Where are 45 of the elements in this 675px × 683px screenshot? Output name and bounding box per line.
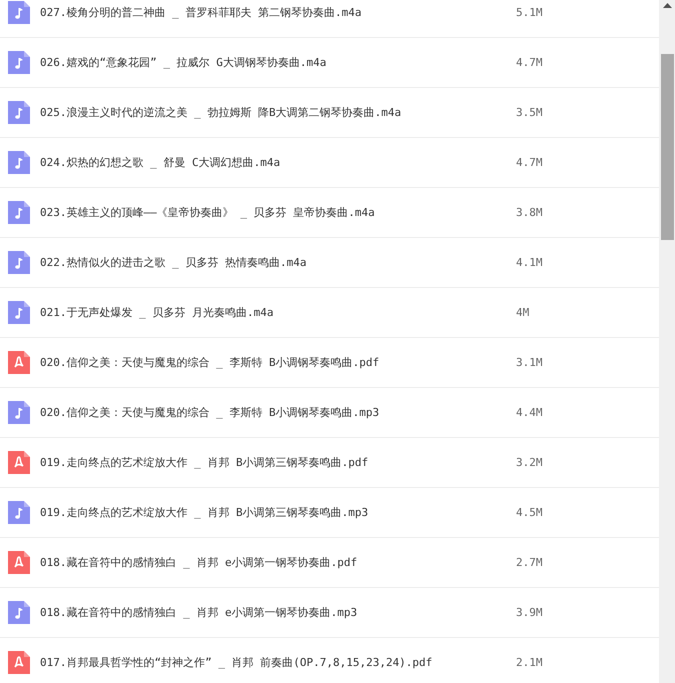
file-name[interactable]: 027.棱角分明的普二神曲 _ 普罗科菲耶夫 第二钢琴协奏曲.m4a [40,5,516,20]
file-size: 3.1M [516,356,542,369]
scrollbar-thumb[interactable] [660,54,674,240]
file-name[interactable]: 023.英雄主义的顶峰——《皇帝协奏曲》 _ 贝多芬 皇帝协奏曲.m4a [40,205,516,220]
file-size: 3.2M [516,456,542,469]
file-size: 4M [516,306,530,319]
file-size: 4.7M [516,56,542,69]
file-name[interactable]: 020.信仰之美：天使与魔鬼的综合 _ 李斯特 B小调钢琴奏鸣曲.pdf [40,355,516,370]
file-name[interactable]: 017.肖邦最具哲学性的“封神之作” _ 肖邦 前奏曲(OP.7,8,15,23,24).pdf [40,655,516,670]
music-file-icon [8,151,30,174]
music-file-icon [8,301,30,324]
file-name[interactable]: 018.藏在音符中的感情独白 _ 肖邦 e小调第一钢琴协奏曲.pdf [40,555,516,570]
file-name[interactable]: 019.走向终点的艺术绽放大作 _ 肖邦 B小调第三钢琴奏鸣曲.mp3 [40,505,516,520]
music-file-icon [8,201,30,224]
file-size: 4.5M [516,506,542,519]
music-file-icon [8,401,30,424]
file-size: 2.1M [516,656,542,669]
pdf-file-icon [8,351,30,374]
music-file-icon [8,501,30,524]
pdf-file-icon [8,651,30,674]
music-file-icon [8,251,30,274]
music-file-icon [8,601,30,624]
file-name[interactable]: 026.嬉戏的“意象花园” _ 拉威尔 G大调钢琴协奏曲.m4a [40,55,516,70]
file-name[interactable]: 024.炽热的幻想之歌 _ 舒曼 C大调幻想曲.m4a [40,155,516,170]
file-name[interactable]: 020.信仰之美：天使与魔鬼的综合 _ 李斯特 B小调钢琴奏鸣曲.mp3 [40,405,516,420]
music-file-icon [8,101,30,124]
file-size: 4.1M [516,256,542,269]
music-file-icon [8,1,30,24]
pdf-file-icon [8,551,30,574]
file-size: 3.5M [516,106,542,119]
file-name[interactable]: 019.走向终点的艺术绽放大作 _ 肖邦 B小调第三钢琴奏鸣曲.pdf [40,455,516,470]
music-file-icon [8,51,30,74]
scrollbar[interactable] [659,0,675,683]
file-size: 3.8M [516,206,542,219]
file-name[interactable]: 018.藏在音符中的感情独白 _ 肖邦 e小调第一钢琴协奏曲.mp3 [40,605,516,620]
file-size: 4.4M [516,406,542,419]
file-name[interactable]: 025.浪漫主义时代的逆流之美 _ 勃拉姆斯 降B大调第二钢琴协奏曲.m4a [40,105,516,120]
file-name[interactable]: 022.热情似火的进击之歌 _ 贝多芬 热情奏鸣曲.m4a [40,255,516,270]
scroll-up-arrow-icon[interactable] [662,3,672,8]
file-name[interactable]: 021.于无声处爆发 _ 贝多芬 月光奏鸣曲.m4a [40,305,516,320]
file-size: 3.9M [516,606,542,619]
file-size: 5.1M [516,6,542,19]
file-size: 2.7M [516,556,542,569]
pdf-file-icon [8,451,30,474]
file-size: 4.7M [516,156,542,169]
